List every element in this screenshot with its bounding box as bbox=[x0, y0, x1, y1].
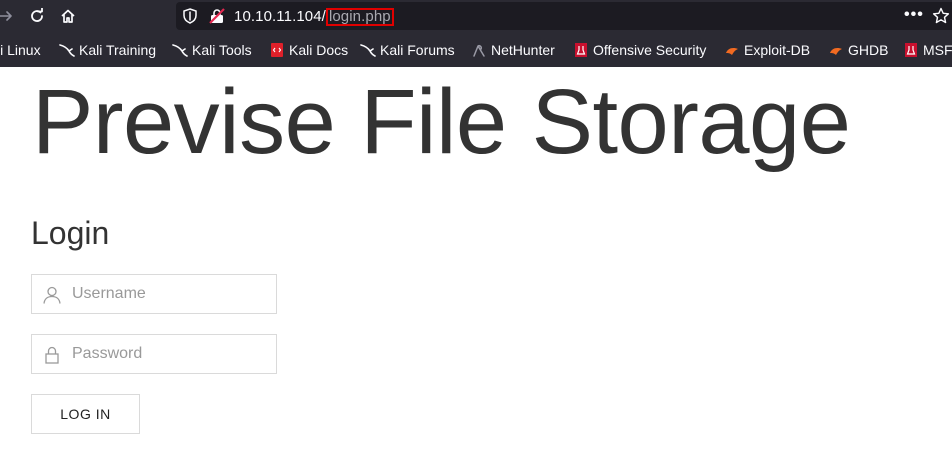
url-path-highlight: login.php bbox=[325, 8, 394, 26]
username-input[interactable] bbox=[72, 275, 272, 313]
password-field[interactable] bbox=[31, 334, 277, 374]
site-title: Previse File Storage bbox=[32, 71, 851, 173]
home-icon bbox=[61, 9, 75, 23]
bookmark-label: NetHunter bbox=[491, 42, 555, 58]
bookmark-label: Kali Forums bbox=[380, 42, 455, 58]
kali-icon bbox=[360, 42, 376, 58]
forward-button[interactable] bbox=[0, 4, 18, 28]
bookmark-nethunter[interactable]: NetHunter bbox=[471, 42, 555, 58]
lock-icon bbox=[45, 346, 59, 364]
bookmark-label: GHDB bbox=[848, 42, 889, 58]
bookmark-label: Kali Training bbox=[79, 42, 157, 58]
bookmark-kali-forums[interactable]: Kali Forums bbox=[360, 42, 455, 58]
arrow-right-icon bbox=[0, 11, 12, 21]
offsec-icon bbox=[573, 42, 589, 58]
url-text[interactable]: 10.10.11.104/login.php bbox=[234, 8, 394, 26]
tracking-protection-shield-icon[interactable] bbox=[183, 8, 197, 24]
kali-icon bbox=[59, 42, 75, 58]
bookmark-kali-training[interactable]: Kali Training bbox=[59, 42, 156, 58]
bookmark-kali-linux[interactable]: li Linux bbox=[0, 42, 41, 58]
page-actions-button[interactable]: ••• bbox=[904, 7, 924, 23]
bookmark-offensive-security[interactable]: Offensive Security bbox=[573, 42, 706, 58]
reload-button[interactable] bbox=[25, 4, 49, 28]
insecure-lock-icon[interactable] bbox=[209, 8, 225, 24]
url-bar[interactable]: 10.10.11.104/login.php ••• bbox=[176, 2, 952, 30]
bookmarks-toolbar: li Linux Kali Training Kali Tools Kali D… bbox=[0, 33, 952, 67]
bookmark-star-icon[interactable] bbox=[932, 7, 950, 25]
url-path: login.php bbox=[328, 8, 391, 25]
offsec-icon bbox=[903, 42, 919, 58]
login-heading: Login bbox=[31, 215, 110, 251]
bookmark-label: Kali Tools bbox=[192, 42, 252, 58]
url-host: 10.10.11.104/ bbox=[234, 8, 326, 25]
home-button[interactable] bbox=[56, 4, 80, 28]
bookmark-label: Offensive Security bbox=[593, 42, 707, 58]
bookmark-kali-tools[interactable]: Kali Tools bbox=[172, 42, 252, 58]
bookmark-ghdb[interactable]: GHDB bbox=[828, 42, 888, 58]
bookmark-label: MSF bbox=[923, 42, 952, 58]
kali-docs-icon bbox=[269, 42, 285, 58]
user-icon bbox=[43, 286, 61, 304]
bookmark-label: li Linux bbox=[0, 42, 41, 58]
login-button[interactable]: LOG IN bbox=[31, 394, 140, 434]
nethunter-icon bbox=[471, 42, 487, 58]
kali-icon bbox=[172, 42, 188, 58]
bookmark-msf[interactable]: MSF bbox=[903, 42, 952, 58]
bookmark-kali-docs[interactable]: Kali Docs bbox=[269, 42, 348, 58]
bookmark-label: Exploit-DB bbox=[744, 42, 811, 58]
reload-icon bbox=[31, 8, 43, 22]
bookmark-label: Kali Docs bbox=[289, 42, 349, 58]
browser-toolbar: 10.10.11.104/login.php ••• bbox=[0, 0, 952, 33]
password-input[interactable] bbox=[72, 335, 272, 373]
exploitdb-icon bbox=[724, 42, 740, 58]
exploitdb-icon bbox=[828, 42, 844, 58]
username-field[interactable] bbox=[31, 274, 277, 314]
bookmark-exploit-db[interactable]: Exploit-DB bbox=[724, 42, 810, 58]
